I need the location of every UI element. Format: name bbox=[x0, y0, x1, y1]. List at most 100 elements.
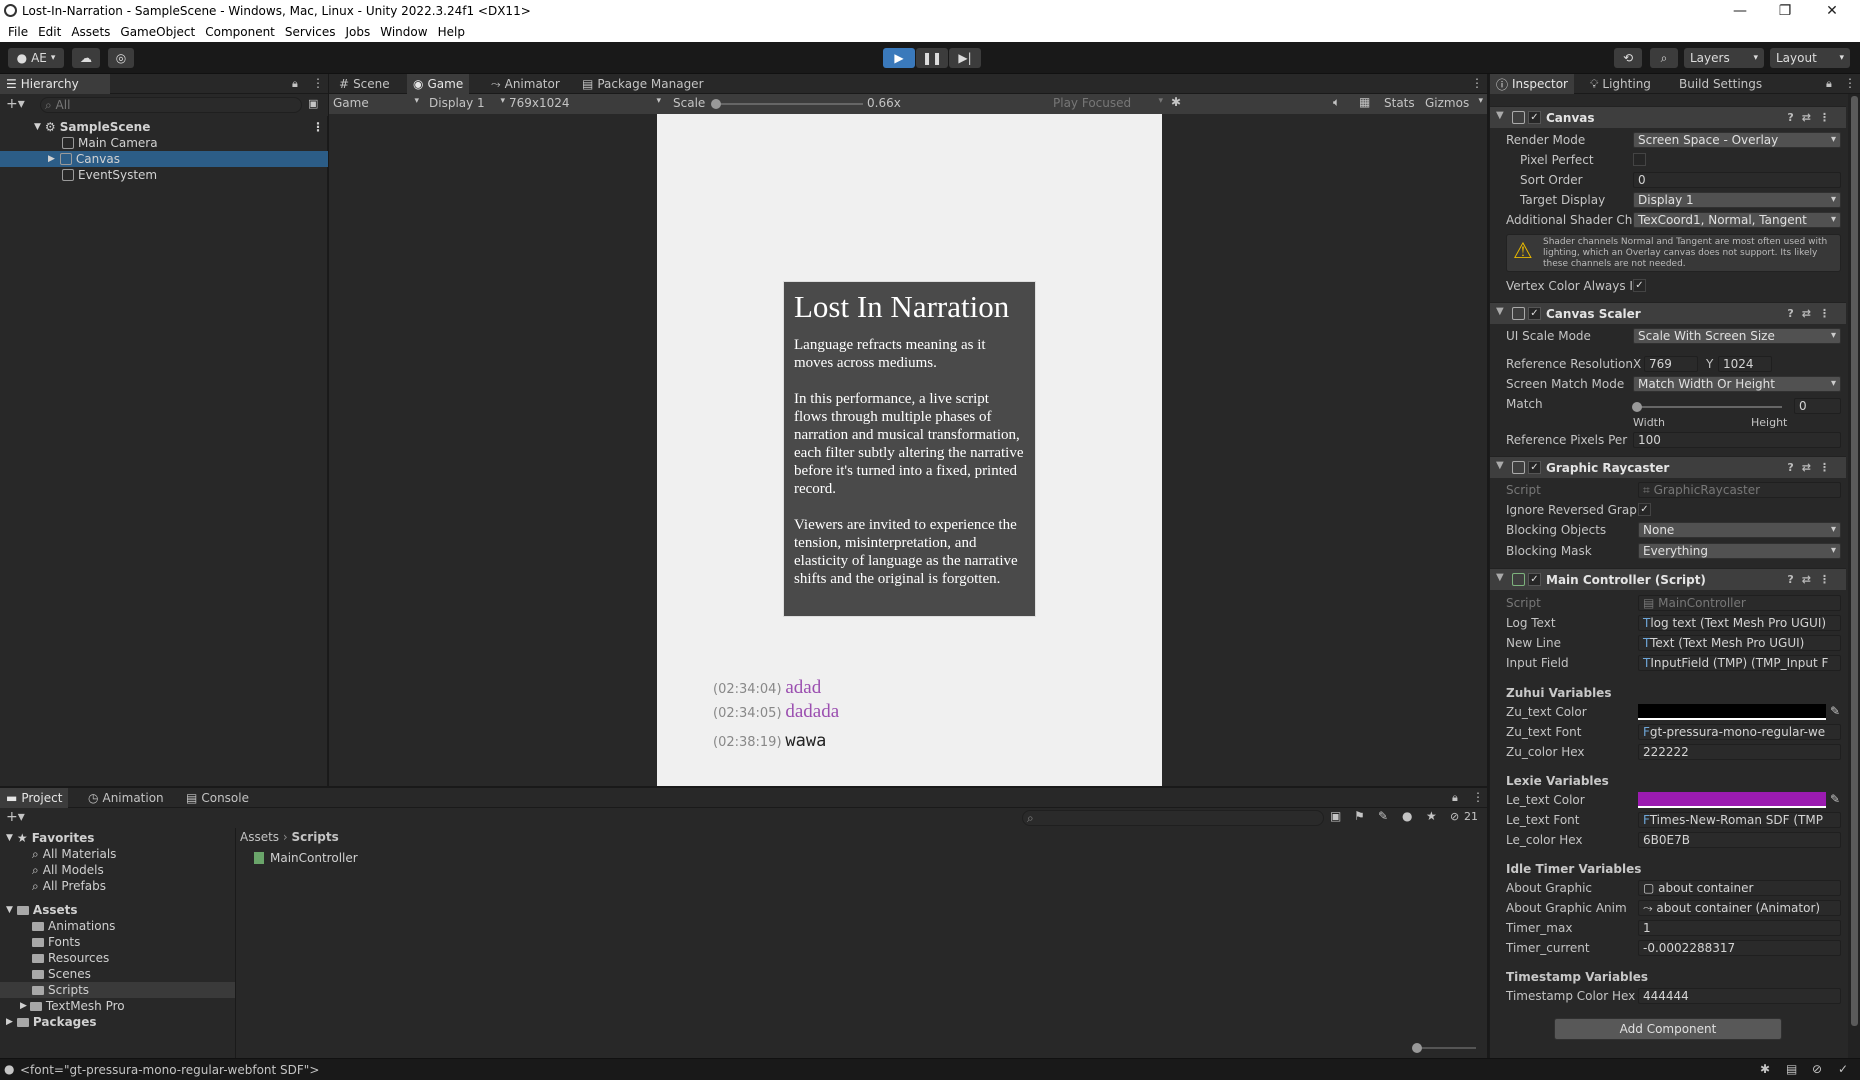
scene-filter-icon[interactable]: ▣ bbox=[308, 97, 318, 110]
favorites-header[interactable]: ▼ ★ Favorites bbox=[6, 830, 94, 846]
create-asset-button[interactable]: +▾ bbox=[6, 809, 25, 825]
ref-y-input[interactable]: 1024 bbox=[1718, 356, 1772, 372]
zu-text-color-swatch[interactable] bbox=[1638, 704, 1826, 720]
hierarchy-item-eventsystem[interactable]: EventSystem bbox=[0, 167, 328, 183]
component-menu-icons[interactable]: ?⇄⋮ bbox=[1787, 461, 1838, 474]
account-button[interactable]: ● AE ▾ bbox=[8, 48, 64, 68]
tab-animation[interactable]: ◷ Animation bbox=[82, 788, 170, 808]
log-text-field[interactable]: Tlog text (Text Mesh Pro UGUI) bbox=[1638, 615, 1841, 631]
input-field-field[interactable]: TInputField (TMP) (TMP_Input F bbox=[1638, 655, 1841, 671]
debug-icon[interactable]: ✱ bbox=[1760, 1062, 1770, 1076]
shader-channels-dropdown[interactable]: TexCoord1, Normal, Tangent bbox=[1633, 212, 1841, 228]
canvas-enabled-checkbox[interactable]: ✓ bbox=[1528, 111, 1541, 124]
packages-header[interactable]: ▶ Packages bbox=[6, 1014, 97, 1030]
expand-arrow-icon[interactable]: ▶ bbox=[20, 1001, 27, 1011]
play-focused-dropdown[interactable]: Play Focused ▾ bbox=[1053, 96, 1163, 110]
scene-more-icon[interactable]: ⋮ bbox=[312, 120, 324, 134]
blocking-objects-dropdown[interactable]: None bbox=[1638, 522, 1841, 538]
about-graphic-field[interactable]: ▢ about container bbox=[1638, 880, 1841, 896]
eyedropper-icon[interactable]: ✎ bbox=[1830, 792, 1840, 806]
expand-arrow-icon[interactable]: ▼ bbox=[34, 122, 41, 132]
scrollbar-thumb[interactable] bbox=[1851, 96, 1858, 1026]
component-menu-icons[interactable]: ?⇄⋮ bbox=[1787, 111, 1838, 124]
more-icon[interactable]: ⋮ bbox=[312, 76, 324, 90]
favorite-star-icon[interactable]: ★ bbox=[1426, 809, 1437, 823]
search-button[interactable]: ⌕ bbox=[1650, 48, 1678, 68]
history-button[interactable]: ⟲ bbox=[1614, 48, 1642, 68]
match-slider-handle[interactable] bbox=[1632, 402, 1642, 412]
cache-icon[interactable]: ⊘ bbox=[1812, 1062, 1822, 1076]
file-maincontroller[interactable]: MainController bbox=[254, 850, 358, 866]
hierarchy-item-main-camera[interactable]: Main Camera bbox=[0, 135, 328, 151]
close-button[interactable]: ✕ bbox=[1812, 0, 1852, 22]
pause-button[interactable]: ❚❚ bbox=[916, 48, 948, 68]
le-text-font-field[interactable]: FTimes-New-Roman SDF (TMP bbox=[1638, 812, 1841, 828]
expand-arrow-icon[interactable]: ▶ bbox=[6, 1017, 13, 1027]
status-info-icon[interactable]: ● bbox=[4, 1062, 14, 1076]
breadcrumb-assets[interactable]: Assets bbox=[240, 830, 279, 844]
new-line-field[interactable]: TText (Text Mesh Pro UGUI) bbox=[1638, 635, 1841, 651]
match-input[interactable]: 0 bbox=[1794, 398, 1841, 414]
menu-jobs[interactable]: Jobs bbox=[346, 25, 371, 39]
expand-arrow-icon[interactable]: ▼ bbox=[6, 833, 13, 843]
menu-file[interactable]: File bbox=[8, 25, 28, 39]
graphic-raycaster-header[interactable]: ▼ ✓ Graphic Raycaster ?⇄⋮ bbox=[1490, 456, 1846, 478]
raycaster-enabled-checkbox[interactable]: ✓ bbox=[1528, 461, 1541, 474]
maximize-button[interactable]: ❐ bbox=[1765, 0, 1805, 22]
tab-scene[interactable]: # Scene bbox=[333, 74, 396, 94]
component-menu-icons[interactable]: ?⇄⋮ bbox=[1787, 573, 1838, 586]
ignore-reversed-checkbox[interactable]: ✓ bbox=[1638, 503, 1651, 516]
menu-component[interactable]: Component bbox=[205, 25, 275, 39]
game-mode-dropdown[interactable]: Game ▾ bbox=[333, 96, 423, 110]
status-message[interactable]: <font="gt-pressura-mono-regular-webfont … bbox=[20, 1063, 319, 1077]
main-controller-header[interactable]: ▼ ✓ Main Controller (Script) ?⇄⋮ bbox=[1490, 568, 1846, 590]
target-display-dropdown[interactable]: Display 1 bbox=[1633, 192, 1841, 208]
add-object-button[interactable]: +▾ bbox=[6, 96, 25, 112]
tab-inspector[interactable]: ⓘ Inspector bbox=[1490, 74, 1574, 94]
folder-textmesh-pro[interactable]: ▶ TextMesh Pro bbox=[20, 998, 125, 1014]
scaler-enabled-checkbox[interactable]: ✓ bbox=[1528, 307, 1541, 320]
ui-scale-mode-dropdown[interactable]: Scale With Screen Size bbox=[1633, 328, 1841, 344]
screen-match-mode-dropdown[interactable]: Match Width Or Height bbox=[1633, 376, 1841, 392]
timer-max-input[interactable]: 1 bbox=[1638, 920, 1841, 936]
collab-button[interactable]: ◎ bbox=[108, 48, 134, 68]
info-icon[interactable]: ● bbox=[1402, 809, 1412, 823]
layers-dropdown[interactable]: Layers ▾ bbox=[1684, 48, 1764, 68]
match-slider[interactable] bbox=[1632, 402, 1782, 412]
folder-animations[interactable]: Animations bbox=[32, 918, 115, 934]
search-by-type-icon[interactable]: ▣ bbox=[1330, 809, 1341, 823]
grid-icon[interactable]: ▦ bbox=[1359, 95, 1370, 109]
more-icon[interactable]: ⋮ bbox=[1472, 790, 1484, 804]
tab-build-settings[interactable]: Build Settings bbox=[1673, 74, 1768, 94]
stats-button[interactable]: Stats bbox=[1384, 96, 1415, 110]
tab-project[interactable]: ▬ Project bbox=[0, 788, 69, 808]
folder-scenes[interactable]: Scenes bbox=[32, 966, 91, 982]
menu-assets[interactable]: Assets bbox=[71, 25, 110, 39]
canvas-scaler-header[interactable]: ▼ ✓ Canvas Scaler ?⇄⋮ bbox=[1490, 302, 1846, 324]
foldout-arrow-icon[interactable]: ▼ bbox=[1496, 110, 1504, 121]
lock-icon[interactable]: 🔒︎ bbox=[1452, 791, 1458, 805]
menu-help[interactable]: Help bbox=[438, 25, 465, 39]
expand-arrow-icon[interactable]: ▶ bbox=[48, 154, 55, 164]
icon-size-handle[interactable] bbox=[1412, 1043, 1422, 1053]
scale-slider-handle[interactable] bbox=[711, 99, 721, 109]
display-dropdown[interactable]: Display 1 ▾ bbox=[429, 96, 505, 110]
mute-audio-icon[interactable]: 🔈︎ bbox=[1333, 95, 1340, 110]
tab-console[interactable]: ▤ Console bbox=[180, 788, 255, 808]
tab-game[interactable]: ◉ Game bbox=[407, 74, 470, 94]
le-text-color-swatch[interactable] bbox=[1638, 792, 1826, 808]
eyedropper-icon[interactable]: ✎ bbox=[1830, 704, 1840, 718]
lock-icon[interactable]: 🔒︎ bbox=[292, 77, 298, 91]
canvas-component-header[interactable]: ▼ ✓ Canvas ?⇄⋮ bbox=[1490, 106, 1846, 128]
more-icon[interactable]: ⋮ bbox=[1844, 76, 1856, 90]
foldout-arrow-icon[interactable]: ▼ bbox=[1496, 306, 1504, 317]
blocking-mask-dropdown[interactable]: Everything bbox=[1638, 543, 1841, 559]
search-by-label-icon[interactable]: ⚑ bbox=[1354, 809, 1365, 823]
network-icon[interactable]: ▤ bbox=[1786, 1062, 1797, 1076]
step-button[interactable]: ▶| bbox=[949, 48, 981, 68]
tab-hierarchy[interactable]: ☰ Hierarchy bbox=[0, 74, 110, 94]
le-color-hex-input[interactable]: 6B0E7B bbox=[1638, 832, 1841, 848]
scene-root-item[interactable]: ▼ ⚙ SampleScene ⋮ bbox=[0, 119, 328, 135]
menu-gameobject[interactable]: GameObject bbox=[120, 25, 195, 39]
scale-slider[interactable] bbox=[711, 99, 863, 109]
